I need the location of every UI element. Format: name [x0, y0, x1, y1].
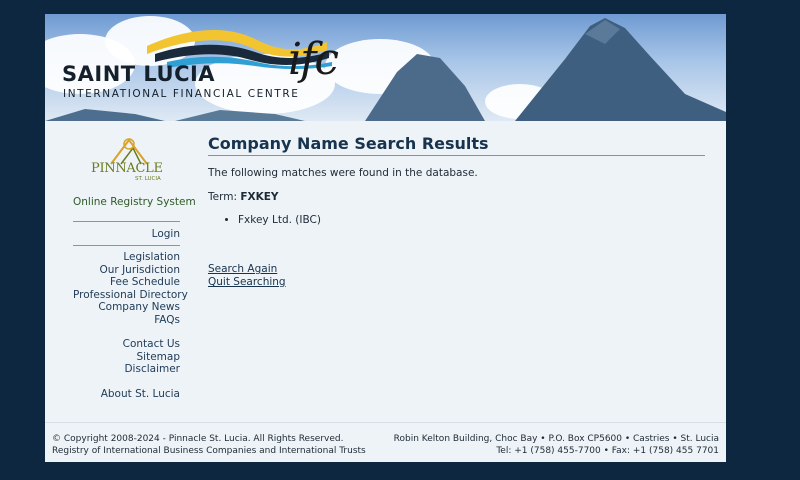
- search-term-line: Term: FXKEY: [208, 191, 279, 203]
- matches-found-text: The following matches were found in the …: [208, 167, 478, 179]
- brand-title: SAINT LUCIA: [62, 62, 216, 86]
- sidebar-link-fee-schedule[interactable]: Fee Schedule: [73, 276, 180, 288]
- footer-right: Robin Kelton Building, Choc Bay • P.O. B…: [394, 433, 719, 457]
- results-list: Fxkey Ltd. (IBC): [224, 214, 321, 226]
- search-again-link[interactable]: Search Again: [208, 263, 277, 275]
- main-content: Company Name Search Results The followin…: [208, 134, 705, 288]
- brand-subtitle: INTERNATIONAL FINANCIAL CENTRE: [63, 88, 300, 100]
- sidebar-divider: [73, 221, 180, 222]
- page-container: SAINT LUCIA INTERNATIONAL FINANCIAL CENT…: [45, 14, 726, 462]
- sidebar-link-company-news[interactable]: Company News: [73, 301, 180, 313]
- sidebar-divider: [73, 245, 180, 246]
- pinnacle-logo-text: PINNACLE: [91, 161, 163, 176]
- registry-description-text: Registry of International Business Compa…: [52, 446, 366, 456]
- header-banner: SAINT LUCIA INTERNATIONAL FINANCIAL CENT…: [45, 14, 726, 121]
- term-label: Term:: [208, 191, 237, 203]
- address-text: Robin Kelton Building, Choc Bay • P.O. B…: [393, 434, 719, 444]
- sidebar-link-legislation[interactable]: Legislation: [73, 251, 180, 263]
- sidebar-link-professional-directory[interactable]: Professional Directory: [73, 289, 188, 301]
- sidebar-link-faqs[interactable]: FAQs: [73, 314, 180, 326]
- page-title: Company Name Search Results: [208, 134, 705, 156]
- brand-ifc-logo: ifc: [288, 34, 339, 85]
- sidebar-link-contact-us[interactable]: Contact Us: [73, 338, 180, 350]
- sidebar-login-link[interactable]: Login: [73, 228, 180, 240]
- copyright-text: © Copyright 2008-2024 - Pinnacle St. Luc…: [52, 434, 344, 444]
- term-value: FXKEY: [240, 191, 279, 203]
- sidebar-link-disclaimer[interactable]: Disclaimer: [73, 363, 180, 375]
- list-item: Fxkey Ltd. (IBC): [238, 214, 321, 226]
- sidebar-link-sitemap[interactable]: Sitemap: [73, 351, 181, 363]
- phone-fax-text: Tel: +1 (758) 455-7700 • Fax: +1 (758) 4…: [496, 446, 719, 456]
- sidebar-link-our-jurisdiction[interactable]: Our Jurisdiction: [73, 264, 181, 276]
- footer: © Copyright 2008-2024 - Pinnacle St. Luc…: [45, 422, 726, 463]
- sidebar-link-about-st-lucia[interactable]: About St. Lucia: [73, 388, 180, 400]
- footer-left: © Copyright 2008-2024 - Pinnacle St. Luc…: [52, 433, 366, 457]
- online-registry-system-label: Online Registry System: [73, 196, 196, 208]
- pinnacle-logo-subtext: ST. LUCIA: [135, 176, 161, 182]
- quit-searching-link[interactable]: Quit Searching: [208, 276, 286, 288]
